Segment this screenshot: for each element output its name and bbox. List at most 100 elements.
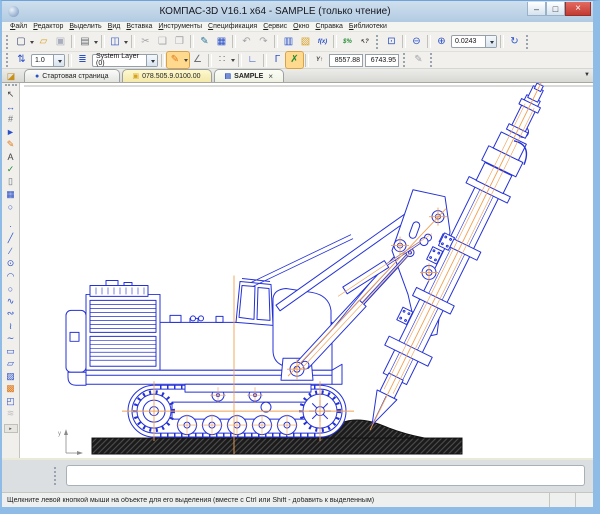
auxiliary-line-tool[interactable]: ╱ (3, 233, 19, 246)
menu-tools[interactable]: Инструменты (155, 23, 205, 30)
cad-drawing[interactable]: y x (20, 83, 593, 458)
zoom-in-button[interactable]: ⊕ (433, 34, 450, 50)
rectangle-tool[interactable]: ▭ (3, 345, 19, 358)
grid-button[interactable]: ∷ (214, 52, 236, 68)
separator (402, 35, 406, 48)
ellipse-tool[interactable]: ○ (3, 283, 19, 296)
fill-tool[interactable]: ▩ (3, 383, 19, 396)
selection-style-button[interactable]: ✎ (410, 52, 427, 68)
tab-list-dropdown[interactable]: ▼ (584, 72, 590, 78)
parametrization-panel-button[interactable]: ✓ (3, 163, 19, 176)
tab-assembly-078-505-9-0100-00[interactable]: ▣078.505.9.0100.00 (122, 69, 212, 82)
layers-button[interactable]: ≣ (74, 52, 91, 68)
zoom-scale-combo[interactable]: 0.0243 (451, 35, 497, 48)
current-layer-combo[interactable]: System Layer (0) (92, 54, 158, 67)
save-document-button[interactable]: ▣ (52, 34, 69, 50)
angle-snap-button[interactable]: ∠ (189, 52, 206, 68)
cut-button[interactable]: ✂ (137, 34, 154, 50)
copy-properties-button[interactable]: ✎ (196, 34, 213, 50)
text-panel-button[interactable]: A (3, 151, 19, 164)
variables-button[interactable]: ▥ (280, 34, 297, 50)
x-coordinate-field[interactable]: 8557.88 (329, 54, 363, 67)
zoom-out-button[interactable]: ⊖ (408, 34, 425, 50)
arc-tool[interactable]: ◠ (3, 270, 19, 283)
menu-insert[interactable]: Вставка (123, 23, 155, 30)
specification-panel-button[interactable]: ▦ (3, 188, 19, 201)
menu-service[interactable]: Сервис (260, 23, 290, 30)
menu-window[interactable]: Окно (290, 23, 312, 30)
menu-specification[interactable]: Спецификация (205, 23, 260, 30)
separator (232, 35, 236, 48)
collect-contour-tool[interactable]: ◰ (3, 395, 19, 408)
circle-tool[interactable]: ⊙ (3, 258, 19, 271)
copy-button[interactable]: ❏ (154, 34, 171, 50)
point-tool[interactable]: ∙ (3, 220, 19, 233)
snap-button[interactable]: ✗ (286, 52, 303, 68)
geometry-panel-button[interactable]: ✎ (3, 138, 19, 151)
window-title: КОМПАС-3D V16.1 x64 - SAMPLE (только чте… (23, 6, 527, 17)
maximize-button[interactable]: □ (546, 2, 565, 16)
cursor-step-combo[interactable]: 1.0 (31, 54, 65, 67)
editing-panel-button[interactable]: ► (3, 126, 19, 139)
status-cell (549, 493, 575, 507)
y-coordinate-field[interactable]: 6743.95 (365, 54, 399, 67)
object-properties-button[interactable]: ▦ (213, 34, 230, 50)
toolbar-drag-handle (6, 35, 10, 49)
insert-document-button[interactable]: ▧ (297, 34, 314, 50)
selection-panel-button[interactable]: ↖ (3, 88, 19, 101)
curve-tool[interactable]: ≀ (3, 320, 19, 333)
menu-select[interactable]: Выделить (66, 23, 104, 30)
menu-help[interactable]: Справка (312, 23, 345, 30)
drawing-canvas[interactable]: y x (20, 83, 593, 458)
preview-button[interactable]: ◫ (107, 34, 129, 50)
dimensions-panel-button[interactable]: ↔ (3, 101, 19, 114)
insert-panel-button[interactable]: ○ (3, 201, 19, 214)
menu-view[interactable]: Вид (105, 23, 124, 30)
undo-button[interactable]: ↶ (238, 34, 255, 50)
tab-sample[interactable]: ▤SAMPLE× (214, 69, 284, 82)
menu-editor[interactable]: Редактор (30, 23, 66, 30)
start-page-icon: ● (35, 73, 39, 80)
functions-button[interactable]: f(x) (314, 34, 331, 50)
continuous-input-tool[interactable]: ∿ (3, 295, 19, 308)
spline-tool[interactable]: ∾ (3, 308, 19, 321)
context-help-button[interactable]: ↖? (356, 34, 373, 50)
separator (500, 35, 504, 48)
redo-button[interactable]: ↷ (255, 34, 272, 50)
panel-expand-handle[interactable]: ▸ (4, 424, 18, 433)
new-document-button[interactable]: ▢ (13, 34, 35, 50)
hatch-tool[interactable]: ▨ (3, 370, 19, 383)
rebuild-button[interactable]: ↻ (506, 34, 523, 50)
zoom-frame-button[interactable]: ⊡ (383, 34, 400, 50)
close-button[interactable]: × (565, 2, 591, 16)
line-style-button[interactable]: ✎ (167, 52, 189, 68)
print-button[interactable]: ▤ (77, 34, 99, 50)
bezier-tool[interactable]: ∼ (3, 333, 19, 346)
paste-button[interactable]: ❐ (171, 34, 188, 50)
views-panel-button[interactable]: ▯ (3, 176, 19, 189)
segment-tool[interactable]: ∕ (3, 245, 19, 258)
report-button[interactable]: $% (339, 34, 356, 50)
designations-panel-button[interactable]: # (3, 113, 19, 126)
left-toolbar: ↖ ↔ # ► ✎ A ✓ ▯ ▦ ○ (2, 83, 20, 458)
message-input[interactable] (66, 465, 585, 486)
polygon-tool[interactable]: ▱ (3, 358, 19, 371)
menu-file[interactable]: Файл (7, 23, 30, 30)
open-document-button[interactable]: ▱ (35, 34, 52, 50)
cursor-step-icon[interactable]: ⇅ (13, 52, 30, 68)
drilling-rig-drawing (66, 83, 543, 437)
equidistant-tool[interactable]: ≋ (3, 408, 19, 421)
standard-toolbar: ▢ ▱ ▣ ▤ ◫ ✂ ❏ ❐ ✎ ▦ ↶ (2, 32, 593, 52)
origin-axes (64, 429, 83, 455)
minimize-button[interactable]: – (527, 2, 546, 16)
ortho-drawing-button[interactable]: Γ (269, 52, 286, 68)
document-tab-bar: ◪ ●Стартовая страница ▣078.505.9.0100.00… (2, 69, 593, 83)
status-resize-grip[interactable] (575, 493, 593, 507)
local-cs-button[interactable]: ∟ (244, 52, 261, 68)
toolbar-drag-handle (403, 53, 407, 67)
tab-start-page[interactable]: ●Стартовая страница (24, 69, 120, 82)
tab-close-icon[interactable]: × (268, 72, 273, 81)
documents-panel-icon[interactable]: ◪ (4, 70, 18, 82)
property-bar-handle[interactable] (54, 467, 57, 485)
menu-libraries[interactable]: Библиотеки (346, 23, 390, 30)
